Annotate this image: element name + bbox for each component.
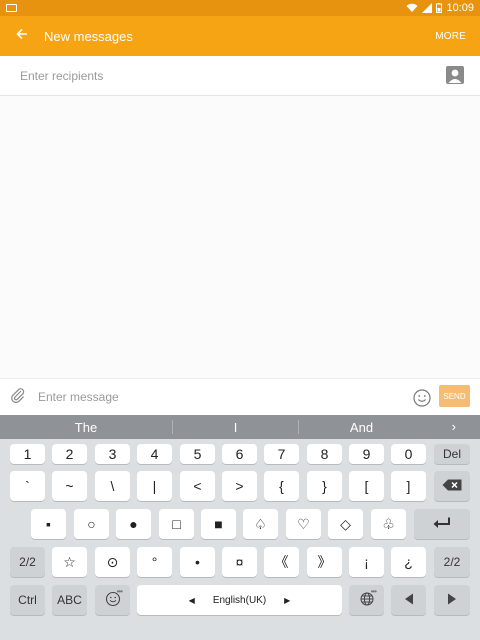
key-right-bracket[interactable]: ] xyxy=(391,471,426,501)
key-diamond[interactable]: ◇ xyxy=(328,509,363,539)
battery-icon xyxy=(436,3,443,13)
arrow-right-icon xyxy=(447,592,457,608)
key-left-bracket[interactable]: [ xyxy=(349,471,384,501)
notification-icon xyxy=(6,4,17,12)
page-title: New messages xyxy=(44,28,133,44)
message-input[interactable] xyxy=(38,390,398,404)
key-9[interactable]: 9 xyxy=(349,444,384,464)
message-composer: SEND xyxy=(0,378,480,415)
key-3[interactable]: 3 xyxy=(95,444,130,464)
back-button[interactable] xyxy=(0,16,44,56)
key-right-brace[interactable]: } xyxy=(307,471,342,501)
app-bar: New messages MORE xyxy=(0,16,480,56)
wifi-icon xyxy=(406,3,418,13)
key-left-brace[interactable]: { xyxy=(264,471,299,501)
space-key[interactable]: ◀ English(UK) ▶ xyxy=(137,585,342,615)
backspace-icon xyxy=(442,478,462,494)
language-key[interactable]: ••• xyxy=(349,585,384,615)
backspace-key[interactable] xyxy=(434,471,470,501)
key-8[interactable]: 8 xyxy=(307,444,342,464)
page-toggle-left-key[interactable]: 2/2 xyxy=(10,547,45,577)
key-1[interactable]: 1 xyxy=(10,444,45,464)
recipients-input[interactable] xyxy=(20,68,420,83)
status-bar: 10:09 xyxy=(0,0,480,16)
suggestion-1[interactable]: The xyxy=(0,420,172,435)
key-7[interactable]: 7 xyxy=(264,444,299,464)
arrow-left-icon xyxy=(404,592,414,608)
suggestion-2[interactable]: I xyxy=(173,420,298,435)
key-2[interactable]: 2 xyxy=(52,444,87,464)
key-filled-square[interactable]: ■ xyxy=(201,509,236,539)
send-button[interactable]: SEND xyxy=(439,385,470,407)
caret-right-icon: ▶ xyxy=(284,595,291,605)
key-circled-dot[interactable]: ⊙ xyxy=(95,547,130,577)
enter-icon xyxy=(433,516,451,532)
language-label: English(UK) xyxy=(212,594,267,606)
enter-key[interactable] xyxy=(414,509,470,539)
key-backtick[interactable]: ` xyxy=(10,471,45,501)
key-square[interactable]: □ xyxy=(159,509,194,539)
key-currency[interactable]: ¤ xyxy=(222,547,257,577)
suggestion-strip: The I And › xyxy=(0,415,480,439)
contact-icon xyxy=(446,69,464,84)
key-star[interactable]: ☆ xyxy=(52,547,87,577)
more-dots-icon: ••• xyxy=(370,587,377,596)
emoji-button[interactable] xyxy=(412,388,432,408)
more-dots-icon: ••• xyxy=(116,587,123,596)
key-6[interactable]: 6 xyxy=(222,444,257,464)
key-greater-than[interactable]: > xyxy=(222,471,257,501)
key-spade[interactable]: ♤ xyxy=(243,509,278,539)
key-right-double-angle[interactable]: 》 xyxy=(307,547,342,577)
key-left-double-angle[interactable]: 《 xyxy=(264,547,299,577)
attach-button[interactable] xyxy=(0,379,36,416)
more-button[interactable]: MORE xyxy=(435,16,466,56)
key-backslash[interactable]: \ xyxy=(95,471,130,501)
smiley-icon xyxy=(412,389,432,412)
cursor-left-key[interactable] xyxy=(391,585,426,615)
key-inverted-question[interactable]: ¿ xyxy=(391,547,426,577)
key-5[interactable]: 5 xyxy=(180,444,215,464)
key-heart[interactable]: ♡ xyxy=(286,509,321,539)
caret-left-icon: ◀ xyxy=(188,595,195,605)
key-bullet[interactable]: • xyxy=(180,547,215,577)
page-toggle-right-key[interactable]: 2/2 xyxy=(434,547,470,577)
key-circle[interactable]: ○ xyxy=(74,509,109,539)
message-thread xyxy=(0,96,480,378)
contact-picker-button[interactable] xyxy=(446,66,464,84)
cursor-right-key[interactable] xyxy=(434,585,470,615)
suggestion-3[interactable]: And xyxy=(299,420,424,435)
status-time: 10:09 xyxy=(446,2,474,14)
abc-key[interactable]: ABC xyxy=(52,585,87,615)
key-club[interactable]: ♧ xyxy=(371,509,406,539)
emoji-key[interactable]: ••• xyxy=(95,585,130,615)
signal-icon xyxy=(422,3,433,13)
back-arrow-icon xyxy=(16,27,28,45)
key-inverted-exclamation[interactable]: ¡ xyxy=(349,547,384,577)
keyboard: 1 2 3 4 5 6 7 8 9 0 Del ` ~ \ | < > { } … xyxy=(0,439,480,640)
key-pipe[interactable]: | xyxy=(137,471,172,501)
recipients-row xyxy=(0,56,480,96)
key-0[interactable]: 0 xyxy=(391,444,426,464)
paperclip-icon xyxy=(10,387,26,408)
key-4[interactable]: 4 xyxy=(137,444,172,464)
key-less-than[interactable]: < xyxy=(180,471,215,501)
key-small-square[interactable]: ▪ xyxy=(31,509,66,539)
key-degree[interactable]: ° xyxy=(137,547,172,577)
delete-key[interactable]: Del xyxy=(434,444,470,464)
key-tilde[interactable]: ~ xyxy=(52,471,87,501)
ctrl-key[interactable]: Ctrl xyxy=(10,585,45,615)
chevron-right-icon[interactable]: › xyxy=(452,419,456,434)
key-filled-circle[interactable]: ● xyxy=(116,509,151,539)
